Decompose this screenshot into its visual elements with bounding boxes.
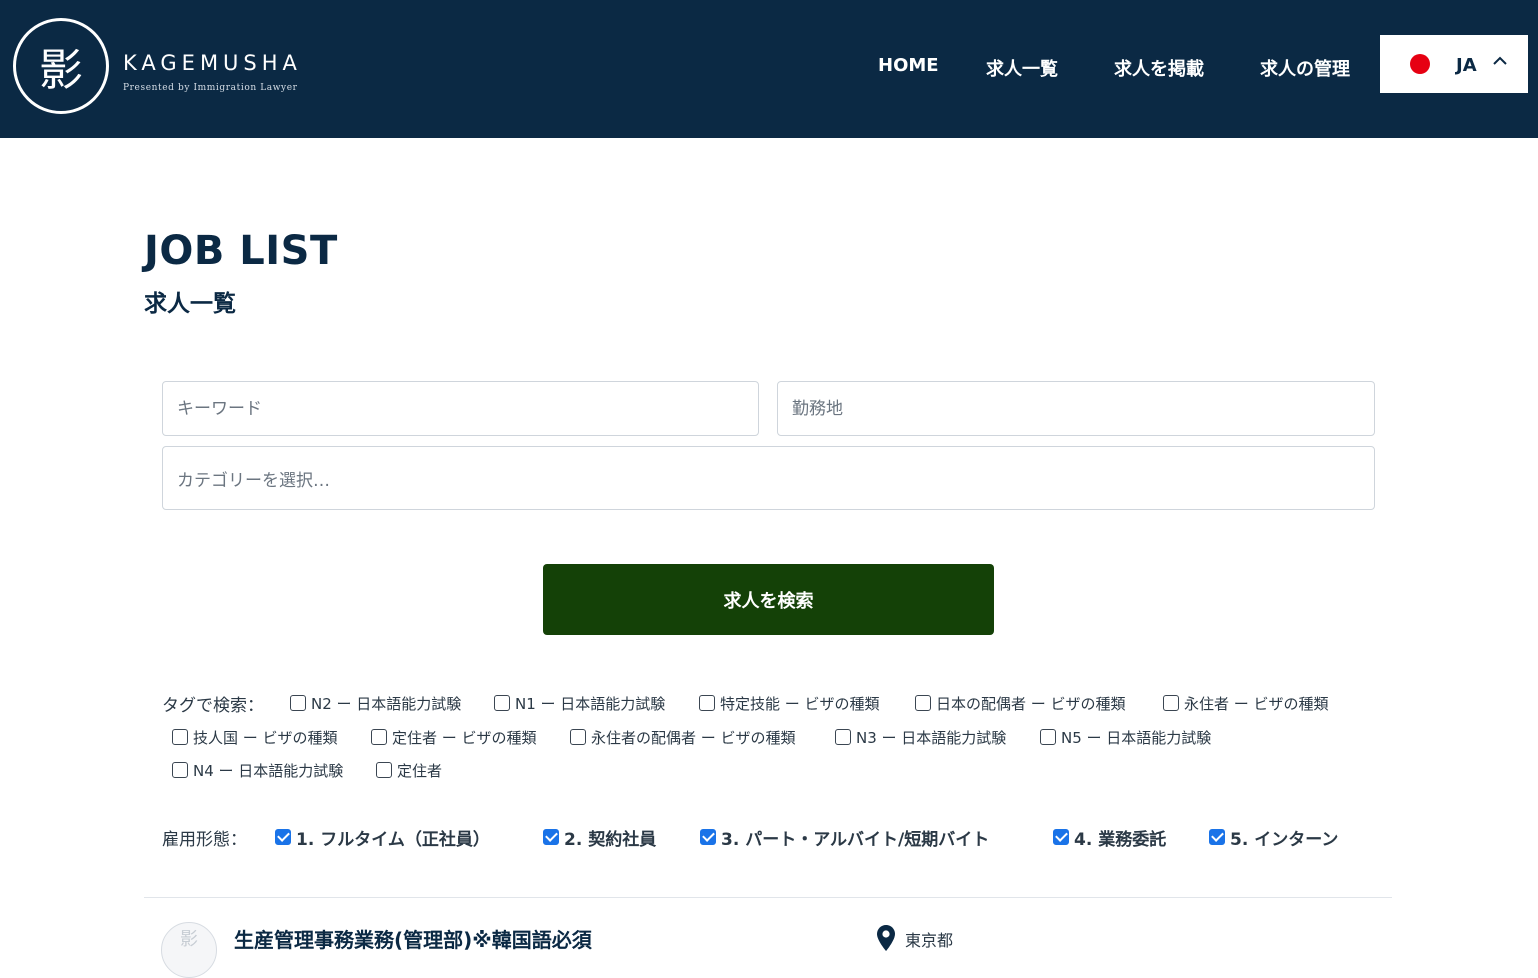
tag-label: 定住者 ー ビザの種類	[392, 728, 537, 747]
checkbox-checked[interactable]	[1053, 829, 1069, 845]
employment-checkbox-outsourcing[interactable]: 4. 業務委託	[1053, 824, 1166, 850]
employment-label: 3. パート・アルバイト/短期バイト	[721, 829, 990, 850]
tag-checkbox-engineer-humanities[interactable]: 技人国 ー ビザの種類	[172, 726, 338, 748]
tag-checkbox-n2[interactable]: N2 ー 日本語能力試験	[290, 692, 461, 714]
avatar-text: 影	[180, 929, 198, 950]
location-pin-icon	[877, 925, 895, 951]
employment-checkbox-full-time[interactable]: 1. フルタイム（正社員）	[275, 824, 490, 850]
tag-label: 特定技能 ー ビザの種類	[720, 694, 880, 713]
employment-checkbox-intern[interactable]: 5. インターン	[1209, 824, 1338, 850]
checkbox-checked[interactable]	[1209, 829, 1225, 845]
employment-label: 2. 契約社員	[564, 829, 657, 850]
japan-flag-icon	[1410, 54, 1430, 74]
job-location: 東京都	[905, 931, 954, 950]
site-header: 影 KAGEMUSHA Presented by Immigration Law…	[0, 0, 1538, 138]
tag-checkbox-n4[interactable]: N4 ー 日本語能力試験	[172, 759, 343, 781]
divider	[144, 897, 1392, 898]
tag-checkbox-long-term-resident[interactable]: 定住者	[376, 759, 442, 781]
tag-label: 日本の配偶者 ー ビザの種類	[936, 694, 1126, 713]
tag-label: 永住者 ー ビザの種類	[1184, 694, 1329, 713]
checkbox[interactable]	[835, 729, 851, 745]
category-select[interactable]: カテゴリーを選択…	[162, 446, 1375, 510]
checkbox-checked[interactable]	[700, 829, 716, 845]
tag-checkbox-spouse-of-japanese[interactable]: 日本の配偶者 ー ビザの種類	[915, 692, 1126, 714]
tag-checkbox-n3[interactable]: N3 ー 日本語能力試験	[835, 726, 1006, 748]
nav-manage-jobs[interactable]: 求人の管理	[1260, 55, 1350, 81]
language-code: JA	[1456, 55, 1477, 76]
checkbox[interactable]	[494, 695, 510, 711]
logo-mark[interactable]: 影	[13, 18, 109, 114]
checkbox[interactable]	[290, 695, 306, 711]
company-avatar: 影	[161, 922, 217, 978]
tag-label: 永住者の配偶者 ー ビザの種類	[591, 728, 796, 747]
chevron-up-icon	[1493, 56, 1507, 65]
tag-label: N3 ー 日本語能力試験	[856, 728, 1007, 747]
tag-checkbox-long-term-resident-visa[interactable]: 定住者 ー ビザの種類	[371, 726, 537, 748]
logo-tagline: Presented by Immigration Lawyer	[123, 83, 298, 93]
keyword-input[interactable]	[162, 381, 759, 436]
location-input[interactable]	[777, 381, 1375, 436]
logo-wordmark[interactable]: KAGEMUSHA	[123, 51, 302, 75]
checkbox[interactable]	[172, 729, 188, 745]
logo-kanji: 影	[39, 45, 83, 96]
employment-checkbox-contract[interactable]: 2. 契約社員	[543, 824, 656, 850]
checkbox-checked[interactable]	[275, 829, 291, 845]
tag-checkbox-n1[interactable]: N1 ー 日本語能力試験	[494, 692, 665, 714]
tag-checkbox-permanent-resident[interactable]: 永住者 ー ビザの種類	[1163, 692, 1329, 714]
tag-checkbox-n5[interactable]: N5 ー 日本語能力試験	[1040, 726, 1211, 748]
checkbox[interactable]	[371, 729, 387, 745]
nav-job-list[interactable]: 求人一覧	[986, 55, 1058, 81]
checkbox[interactable]	[570, 729, 586, 745]
tag-label: N4 ー 日本語能力試験	[193, 761, 344, 780]
checkbox-checked[interactable]	[543, 829, 559, 845]
employment-type-label: 雇用形態：	[162, 830, 247, 850]
checkbox[interactable]	[699, 695, 715, 711]
employment-label: 4. 業務委託	[1074, 829, 1167, 850]
checkbox[interactable]	[172, 762, 188, 778]
page-subtitle: 求人一覧	[144, 291, 236, 317]
search-jobs-button[interactable]: 求人を検索	[543, 564, 994, 635]
checkbox[interactable]	[376, 762, 392, 778]
employment-checkbox-part-time[interactable]: 3. パート・アルバイト/短期バイト	[700, 824, 989, 850]
job-title-link[interactable]: 生産管理事務業務(管理部)※韓国語必須	[234, 924, 592, 953]
nav-home[interactable]: HOME	[878, 55, 939, 81]
employment-label: 5. インターン	[1230, 829, 1339, 850]
checkbox[interactable]	[1163, 695, 1179, 711]
tag-label: 定住者	[397, 761, 443, 780]
tag-label: N5 ー 日本語能力試験	[1061, 728, 1212, 747]
tag-label: 技人国 ー ビザの種類	[193, 728, 338, 747]
employment-label: 1. フルタイム（正社員）	[296, 829, 490, 850]
checkbox[interactable]	[915, 695, 931, 711]
checkbox[interactable]	[1040, 729, 1056, 745]
tag-checkbox-spouse-of-permanent-resident[interactable]: 永住者の配偶者 ー ビザの種類	[570, 726, 796, 748]
tag-checkbox-specified-skills[interactable]: 特定技能 ー ビザの種類	[699, 692, 880, 714]
tag-filter-label: タグで検索：	[162, 696, 264, 716]
nav-post-job[interactable]: 求人を掲載	[1114, 55, 1204, 81]
tag-label: N1 ー 日本語能力試験	[515, 694, 666, 713]
page-title: JOB LIST	[144, 228, 338, 274]
tag-label: N2 ー 日本語能力試験	[311, 694, 462, 713]
category-select-placeholder: カテゴリーを選択…	[177, 470, 330, 491]
language-selector[interactable]: JA	[1380, 35, 1528, 93]
